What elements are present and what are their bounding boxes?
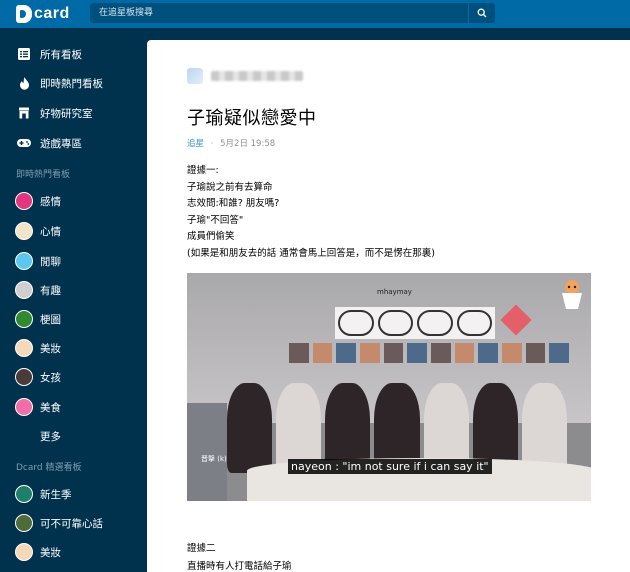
dcard-logo-icon <box>16 5 32 23</box>
sidebar-board-meme[interactable]: 梗圖 <box>0 305 147 333</box>
post-author[interactable] <box>187 68 303 84</box>
sidebar-item-label: 遊戲專區 <box>40 137 82 150</box>
sidebar-item-goods-lab[interactable]: 好物研究室 <box>0 99 147 127</box>
sidebar-item-label: 美妝 <box>40 546 61 559</box>
sidebar-item-label: 可不可靠心話 <box>40 517 103 530</box>
sidebar-item-label: 閒聊 <box>40 255 61 268</box>
post-line: 成員們偷笑 <box>187 231 235 242</box>
post-line: 證據二 <box>187 543 216 554</box>
post-meta: 追星 · 5月2日 19:58 <box>187 137 275 149</box>
top-bar: card <box>0 0 630 28</box>
search-icon <box>477 8 487 18</box>
sidebar-board-makeup[interactable]: 美妝 <box>0 334 147 362</box>
featured-section-title: Dcard 精選看板 <box>16 463 82 473</box>
sidebar-item-label: 好物研究室 <box>40 107 93 120</box>
sidebar-board-mood[interactable]: 心情 <box>0 217 147 245</box>
video-caption: nayeon : "im not sure if i can say it" <box>288 459 492 474</box>
post-title: 子瑜疑似戀愛中 <box>187 108 317 129</box>
post-board-link[interactable]: 追星 <box>187 139 204 149</box>
sidebar-item-all-boards[interactable]: 所有看板 <box>0 40 147 68</box>
author-name-blurred <box>211 71 303 81</box>
board-avatar <box>15 310 33 328</box>
more-label: 更多 <box>40 430 61 443</box>
sidebar-item-label: 感情 <box>40 195 61 208</box>
meta-separator: · <box>210 139 214 149</box>
post-card: 子瑜疑似戀愛中 追星 · 5月2日 19:58 證據一: 子瑜說之前有去算命 志… <box>147 40 630 572</box>
sidebar-board-funny[interactable]: 有趣 <box>0 276 147 304</box>
search-input[interactable] <box>90 3 468 23</box>
post-line: 直播時有人打電話給子瑜 <box>187 561 292 572</box>
post-body: 證據一: 子瑜說之前有去算命 志效問:和誰? 朋友嗎? 子瑜"不回答" 成員們偷… <box>187 163 587 262</box>
list-icon <box>17 47 31 61</box>
video-watermark: mhaymay <box>377 288 412 296</box>
sidebar-board-freshman[interactable]: 新生季 <box>0 480 147 508</box>
post-body-continued: 證據二 直播時有人打電話給子瑜 <box>187 540 587 572</box>
sidebar-item-label: 美妝 <box>40 342 61 355</box>
sidebar-board-food[interactable]: 美食 <box>0 393 147 421</box>
sidebar: 所有看板 即時熱門看板 好物研究室 遊戲專區 即時熱門看板 感情 心情 閒聊 有… <box>0 28 147 572</box>
sidebar-board-makeup-featured[interactable]: 美妝 <box>0 538 147 566</box>
sidebar-item-label: 女孩 <box>40 371 61 384</box>
flame-icon <box>17 76 31 90</box>
sidebar-item-label: 新生季 <box>40 488 72 501</box>
board-avatar <box>15 252 33 270</box>
author-avatar <box>187 68 203 84</box>
board-avatar <box>15 192 33 210</box>
sidebar-item-label: 梗圖 <box>40 313 61 326</box>
mascot-icon <box>562 280 582 309</box>
sidebar-item-games[interactable]: 遊戲專區 <box>0 129 147 157</box>
sidebar-item-hot-boards[interactable]: 即時熱門看板 <box>0 69 147 97</box>
sidebar-board-relationship[interactable]: 感情 <box>0 187 147 215</box>
board-avatar <box>15 222 33 240</box>
post-line: (如果是和朋友去的話 通常會馬上回答是，而不是愣在那裏) <box>187 247 435 259</box>
sidebar-board-girl[interactable]: 女孩 <box>0 363 147 391</box>
post-line: 志效問:和誰? 朋友嗎? <box>187 198 280 209</box>
sidebar-item-label: 有趣 <box>40 284 61 297</box>
wall-posters <box>289 343 570 363</box>
hot-boards-section-title: 即時熱門看板 <box>16 170 71 180</box>
post-date: 5月2日 19:58 <box>220 139 276 149</box>
sidebar-board-truth[interactable]: 可不可靠心話 <box>0 509 147 537</box>
sidebar-more-link[interactable]: 更多 <box>0 422 147 450</box>
post-line: 子瑜"不回答" <box>187 214 244 226</box>
board-avatar <box>15 281 33 299</box>
store-icon <box>17 106 31 120</box>
sidebar-item-label: 美食 <box>40 401 61 414</box>
balloon-number <box>335 307 495 339</box>
gamepad-icon <box>17 136 31 150</box>
sidebar-item-label: 心情 <box>40 225 61 238</box>
board-avatar <box>15 514 33 532</box>
sidebar-item-label: 所有看板 <box>40 48 82 61</box>
video-cast-name: 晋撃 (k) <box>201 455 227 463</box>
dcard-logo[interactable]: card <box>16 4 70 24</box>
post-line: 子瑜說之前有去算命 <box>187 181 273 193</box>
sidebar-item-label: 即時熱門看板 <box>40 77 103 90</box>
post-video-frame[interactable]: mhaymay 晋撃 (k) nayeon : "im not sure if … <box>187 273 591 501</box>
person-left <box>187 403 227 501</box>
post-line: 證據一: <box>187 165 219 176</box>
board-avatar <box>15 398 33 416</box>
search-button[interactable] <box>469 3 495 23</box>
logo-text: card <box>34 5 70 22</box>
sidebar-board-talk[interactable]: 閒聊 <box>0 247 147 275</box>
board-avatar <box>15 485 33 503</box>
board-avatar <box>15 368 33 386</box>
board-avatar <box>15 339 33 357</box>
board-avatar <box>15 543 33 561</box>
